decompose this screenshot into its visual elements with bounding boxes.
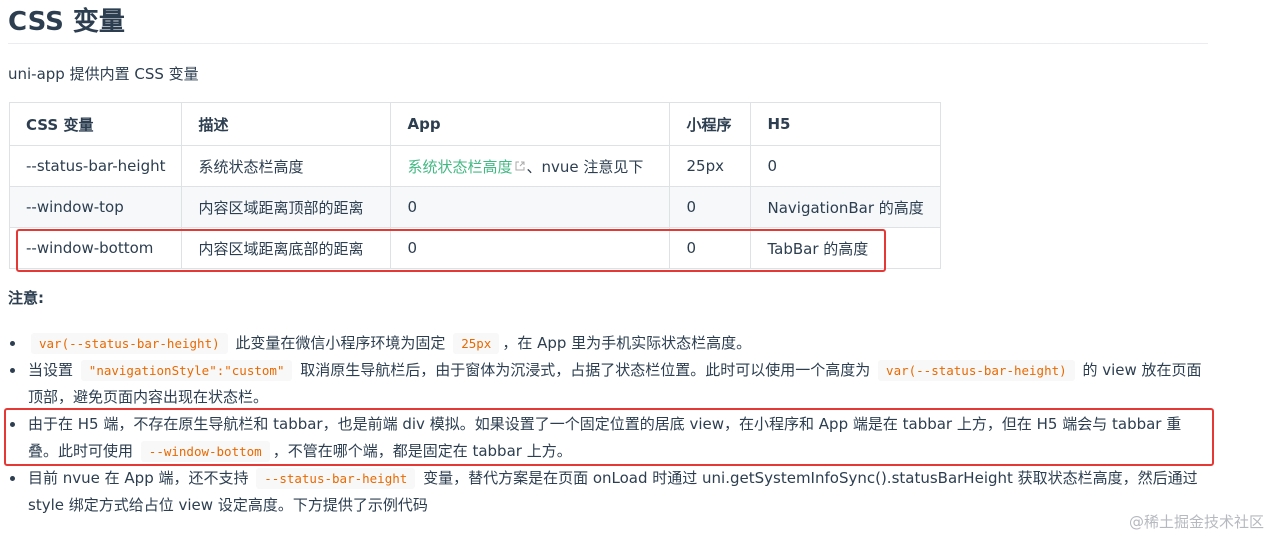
table-row: --status-bar-height 系统状态栏高度 系统状态栏高度 、nvue… <box>8 145 941 187</box>
cell-desc: 内容区域距离顶部的距离 <box>181 186 392 228</box>
status-bar-height-link[interactable]: 系统状态栏高度 <box>407 158 512 176</box>
header-miniprogram: 小程序 <box>669 102 752 146</box>
cell-miniprogram: 0 <box>669 186 752 228</box>
cell-h5: NavigationBar 的高度 <box>750 186 941 228</box>
notes-heading: 注意: <box>8 289 44 307</box>
note-text: ，在 App 里为手机实际状态栏高度。 <box>502 334 752 352</box>
inline-code: "navigationStyle":"custom" <box>80 360 293 381</box>
inline-code: var(--status-bar-height) <box>878 360 1075 381</box>
note-text: 目前 nvue 在 App 端，还不支持 <box>28 469 249 487</box>
table-row: --window-top 内容区域距离顶部的距离 0 0 NavigationB… <box>8 186 941 228</box>
bullet-icon <box>10 341 15 346</box>
cell-app: 系统状态栏高度 、nvue 注意见下 <box>390 145 671 187</box>
highlight-box-tabbar-note <box>4 408 1214 466</box>
note-text: 此变量在微信小程序环境为固定 <box>235 334 446 352</box>
doc-page: CSS 变量 uni-app 提供内置 CSS 变量 CSS 变量 描述 App… <box>0 0 1272 540</box>
highlight-box-window-bottom-row <box>16 229 886 272</box>
bullet-icon <box>10 476 15 481</box>
header-description: 描述 <box>181 102 392 146</box>
page-title: CSS 变量 <box>8 7 125 37</box>
note-text: 当设置 <box>28 361 74 379</box>
cell-app-note: 、nvue 注意见下 <box>526 157 644 176</box>
note-text: 取消原生导航栏后，由于窗体为沉浸式，占据了状态栏位置。此时可以使用一个高度为 <box>300 361 871 379</box>
list-item: var(--status-bar-height) 此变量在微信小程序环境为固定 … <box>8 330 1208 357</box>
bullet-icon <box>10 368 15 373</box>
cell-miniprogram: 25px <box>669 145 752 187</box>
cell-desc: 系统状态栏高度 <box>181 145 392 187</box>
header-h5: H5 <box>750 102 941 146</box>
cell-app: 0 <box>390 186 671 228</box>
intro-text: uni-app 提供内置 CSS 变量 <box>8 65 199 83</box>
watermark: @稀土掘金技术社区 <box>1128 513 1264 531</box>
table-header-row: CSS 变量 描述 App 小程序 H5 <box>8 102 941 146</box>
cell-h5: 0 <box>750 145 941 187</box>
inline-code: var(--status-bar-height) <box>31 333 228 354</box>
inline-code: --status-bar-height <box>256 468 416 489</box>
title-divider <box>8 43 1208 44</box>
cell-var: --window-top <box>8 186 183 228</box>
inline-code: 25px <box>453 333 500 354</box>
cell-var: --status-bar-height <box>8 145 183 187</box>
header-css-var: CSS 变量 <box>8 102 183 146</box>
list-item: 目前 nvue 在 App 端，还不支持 --status-bar-height… <box>8 465 1208 519</box>
list-item: 当设置 "navigationStyle":"custom" 取消原生导航栏后，… <box>8 357 1208 411</box>
external-link-icon <box>515 161 524 170</box>
header-app: App <box>390 102 671 146</box>
